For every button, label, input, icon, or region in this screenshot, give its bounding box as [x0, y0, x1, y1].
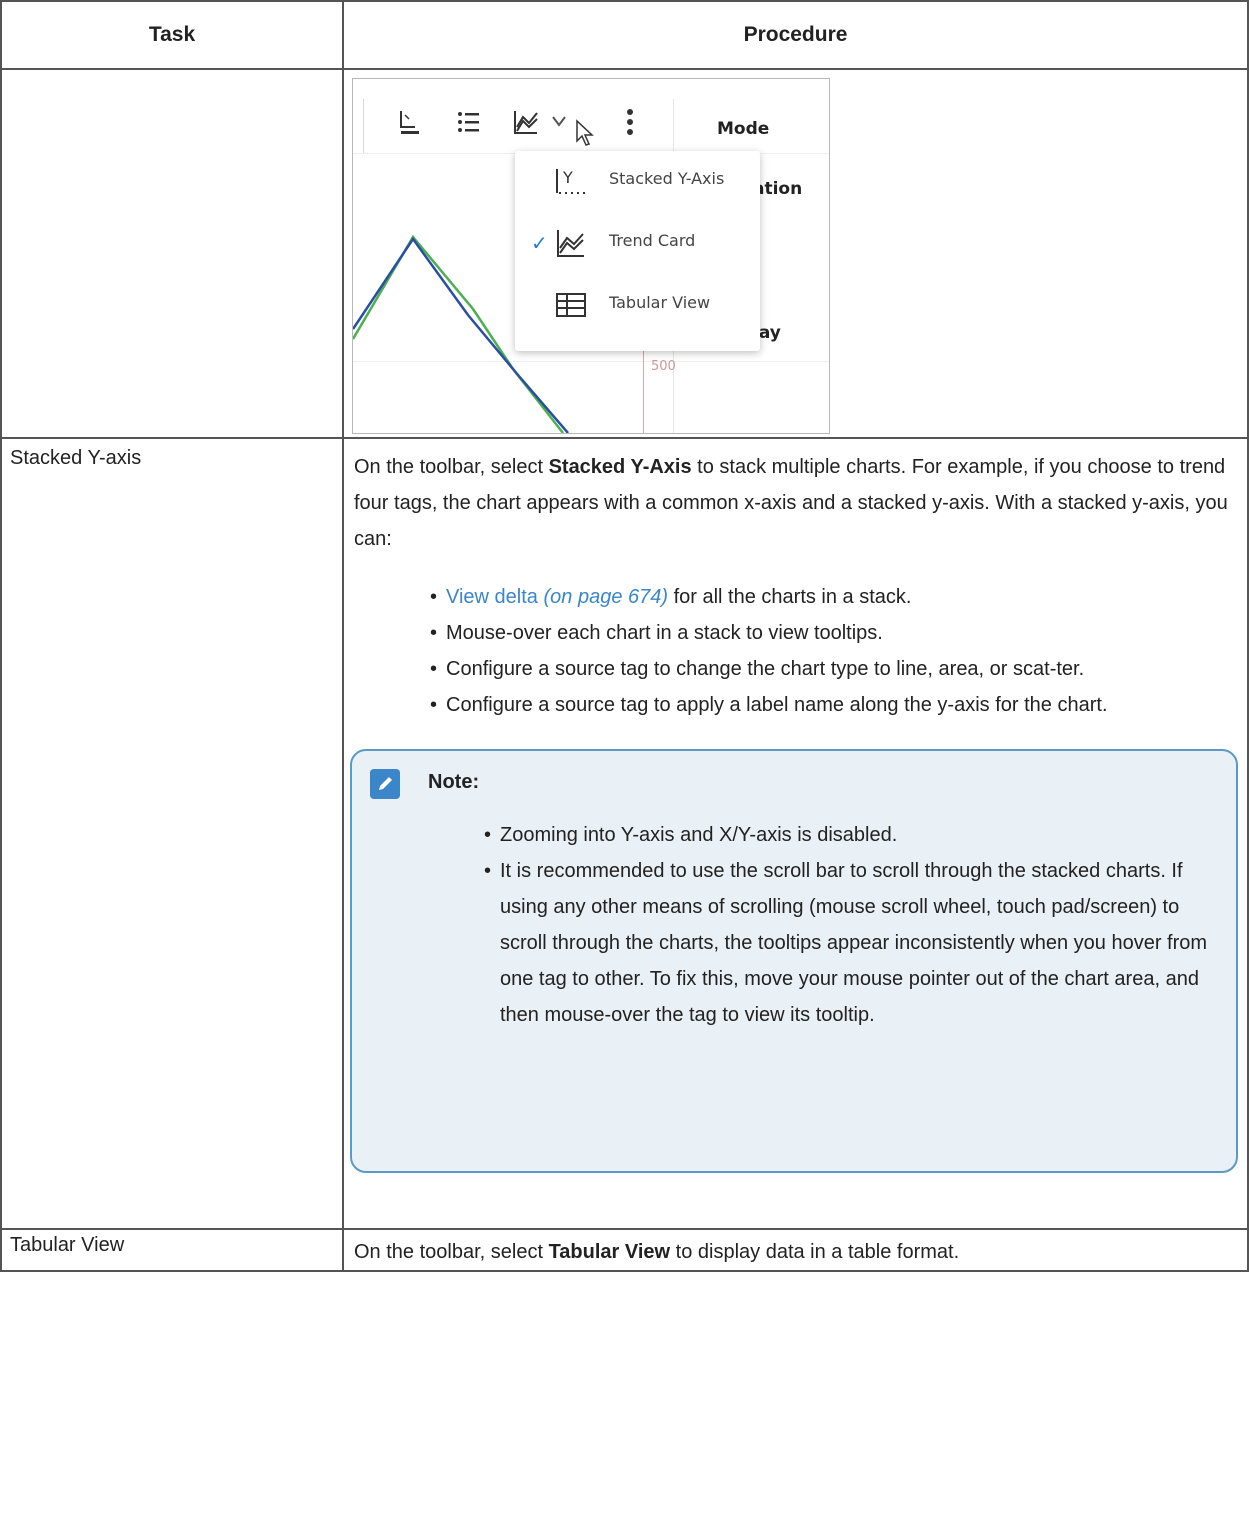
procedure-intro: On the toolbar, select Tabular View to d…: [354, 1234, 1239, 1270]
chart-type-icon[interactable]: [511, 107, 541, 137]
note-item: Zooming into Y-axis and X/Y-axis is disa…: [484, 817, 1214, 853]
svg-text:Y: Y: [562, 168, 573, 187]
menu-item-label: Tabular View: [609, 293, 711, 312]
figure-cell: Mode ation lay 500 Y Stacked Y-Axis ✓ Tr…: [342, 68, 1249, 439]
menu-item-label: Trend Card: [609, 231, 696, 250]
intro-text: to display data in a table format.: [670, 1241, 960, 1263]
view-delta-link[interactable]: View delta: [446, 586, 538, 608]
axis-settings-icon[interactable]: [395, 107, 425, 137]
procedure-stacked-y-axis: On the toolbar, select Stacked Y-Axis to…: [342, 437, 1249, 1230]
menu-item-stacked-y-axis[interactable]: Y Stacked Y-Axis: [515, 161, 760, 201]
note-box: Note: Zooming into Y-axis and X/Y-axis i…: [350, 749, 1238, 1173]
more-options-icon[interactable]: [615, 107, 645, 137]
checkmark-icon: ✓: [531, 231, 548, 255]
list-item-text: for all the charts in a stack.: [668, 586, 912, 608]
pencil-icon: [370, 769, 400, 799]
mouse-cursor-icon: [576, 119, 594, 146]
intro-bold: Stacked Y-Axis: [548, 456, 692, 478]
task-tabular-view: Tabular View: [0, 1228, 344, 1272]
intro-text: On the toolbar, select: [354, 456, 549, 478]
toolbar-divider: [363, 99, 364, 153]
menu-item-trend-card[interactable]: ✓ Trend Card: [515, 223, 760, 263]
task-procedure-table: Task Procedure Mode ation lay 500 Y Stac…: [0, 0, 1249, 1272]
note-list: Zooming into Y-axis and X/Y-axis is disa…: [484, 817, 1214, 1033]
partial-label: ation: [753, 179, 803, 199]
header-procedure: Procedure: [342, 0, 1249, 70]
capability-list: View delta (on page 674) for all the cha…: [430, 579, 1239, 723]
procedure-intro: On the toolbar, select Stacked Y-Axis to…: [354, 449, 1239, 557]
list-item: Configure a source tag to apply a label …: [430, 687, 1239, 723]
list-item: Mouse-over each chart in a stack to view…: [430, 615, 1239, 651]
note-item: It is recommended to use the scroll bar …: [484, 853, 1214, 1033]
header-task: Task: [0, 0, 344, 70]
view-mode-menu: Y Stacked Y-Axis ✓ Trend Card Tabular Vi…: [515, 151, 760, 351]
menu-item-label: Stacked Y-Axis: [609, 169, 725, 188]
menu-item-tabular-view[interactable]: Tabular View: [515, 285, 760, 325]
stacked-y-axis-icon: Y: [556, 168, 585, 194]
task-stacked-y-axis: Stacked Y-axis: [0, 437, 344, 1230]
axis-marker: [643, 351, 644, 433]
toolbar-screenshot: Mode ation lay 500 Y Stacked Y-Axis ✓ Tr…: [352, 78, 830, 434]
intro-bold: Tabular View: [548, 1241, 671, 1263]
procedure-tabular-view: On the toolbar, select Tabular View to d…: [342, 1228, 1249, 1272]
list-item: Configure a source tag to change the cha…: [430, 651, 1239, 687]
legend-list-icon[interactable]: [453, 107, 483, 137]
tabular-view-icon: [556, 293, 586, 317]
intro-text: On the toolbar, select: [354, 1241, 549, 1263]
page-ref-link[interactable]: (on page 674): [543, 586, 668, 608]
list-item: View delta (on page 674) for all the cha…: [430, 579, 1239, 615]
trend-card-icon: [557, 230, 584, 257]
note-title: Note:: [428, 771, 480, 793]
empty-task-cell: [0, 68, 344, 439]
axis-value: 500: [651, 359, 676, 374]
mode-label: Mode: [717, 119, 770, 139]
